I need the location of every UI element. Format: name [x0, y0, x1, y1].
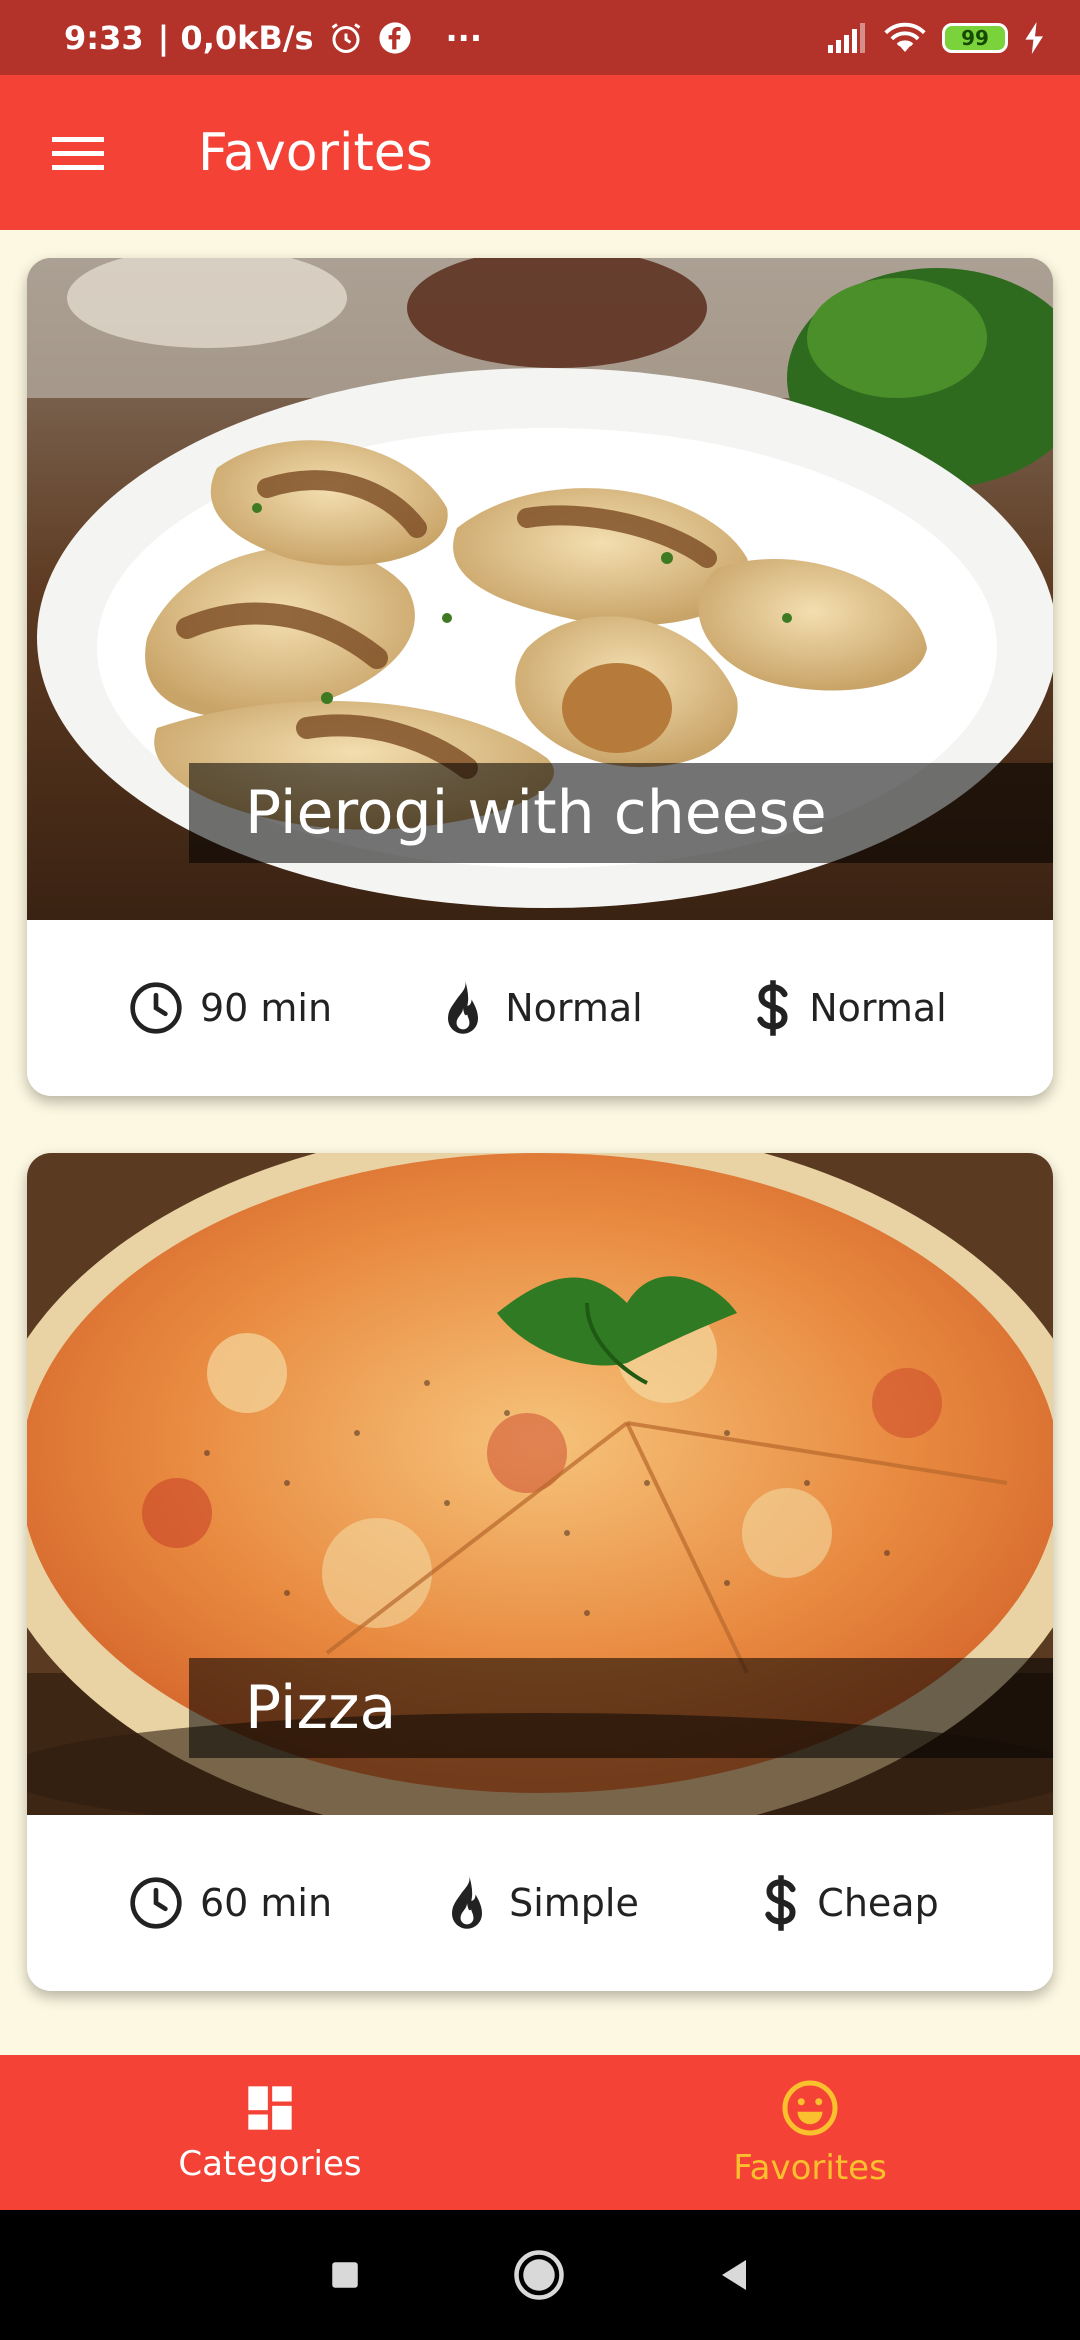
meal-meta: 90 min Normal Normal	[27, 920, 1053, 1096]
fire-icon	[452, 1875, 483, 1929]
meal-card[interactable]: Pizza 60 min Simple Cheap	[27, 1153, 1053, 1991]
back-icon[interactable]	[716, 2256, 752, 2294]
meal-duration-text: 60 min	[199, 1881, 333, 1925]
clock-icon	[130, 1877, 182, 1929]
dashboard-icon	[248, 2085, 292, 2130]
meal-complexity: Normal	[385, 978, 695, 1038]
page-title: Favorites	[198, 122, 433, 183]
meal-complexity-text: Normal	[505, 986, 643, 1030]
meal-duration: 90 min	[75, 980, 385, 1036]
status-time: 9:33	[64, 18, 144, 57]
nav-favorites[interactable]: Favorites	[540, 2055, 1080, 2210]
nav-favorites-label: Favorites	[733, 2147, 887, 2188]
home-icon[interactable]	[512, 2248, 566, 2302]
meal-complexity: Simple	[385, 1873, 695, 1933]
meal-title: Pizza	[245, 1673, 397, 1743]
meal-meta: 60 min Simple Cheap	[27, 1815, 1053, 1991]
smile-icon	[782, 2080, 838, 2135]
status-speed: | 0,0kB/s	[157, 18, 314, 57]
meal-title-band: Pizza	[189, 1658, 1053, 1758]
system-nav-bar	[0, 2210, 1080, 2340]
app-bar: Favorites	[0, 75, 1080, 230]
fire-icon	[448, 980, 479, 1034]
meal-image-pizza: Pizza	[27, 1153, 1053, 1815]
dollar-icon	[757, 980, 788, 1036]
nav-categories[interactable]: Categories	[0, 2055, 540, 2210]
meal-duration: 60 min	[75, 1875, 385, 1931]
dollar-icon	[765, 1875, 796, 1931]
meal-card[interactable]: Pierogi with cheese 90 min Normal Normal	[27, 258, 1053, 1096]
battery-indicator: 99	[942, 22, 1008, 53]
wifi-icon	[884, 22, 926, 52]
nav-categories-label: Categories	[178, 2143, 362, 2184]
meal-affordability-text: Cheap	[817, 1881, 939, 1925]
charging-icon	[1025, 21, 1043, 54]
bottom-nav: Categories Favorites	[0, 2055, 1080, 2210]
menu-button[interactable]	[0, 75, 156, 230]
alarm-icon	[331, 22, 360, 53]
facebook-icon	[378, 21, 411, 54]
status-more: ···	[445, 18, 482, 57]
meal-affordability-text: Normal	[809, 986, 947, 1030]
meal-complexity-text: Simple	[509, 1881, 639, 1925]
meal-title: Pierogi with cheese	[245, 778, 827, 848]
meal-affordability: Cheap	[695, 1873, 1005, 1933]
meal-duration-text: 90 min	[199, 986, 333, 1030]
meal-affordability: Normal	[695, 978, 1005, 1038]
signal-icon	[828, 22, 865, 53]
clock-icon	[130, 982, 182, 1034]
status-bar: 9:33 | 0,0kB/s ··· 99	[0, 0, 1080, 75]
meal-image-pierogi: Pierogi with cheese	[27, 258, 1053, 920]
menu-icon	[52, 136, 104, 170]
meal-title-band: Pierogi with cheese	[189, 763, 1053, 863]
recents-icon[interactable]	[328, 2258, 362, 2292]
